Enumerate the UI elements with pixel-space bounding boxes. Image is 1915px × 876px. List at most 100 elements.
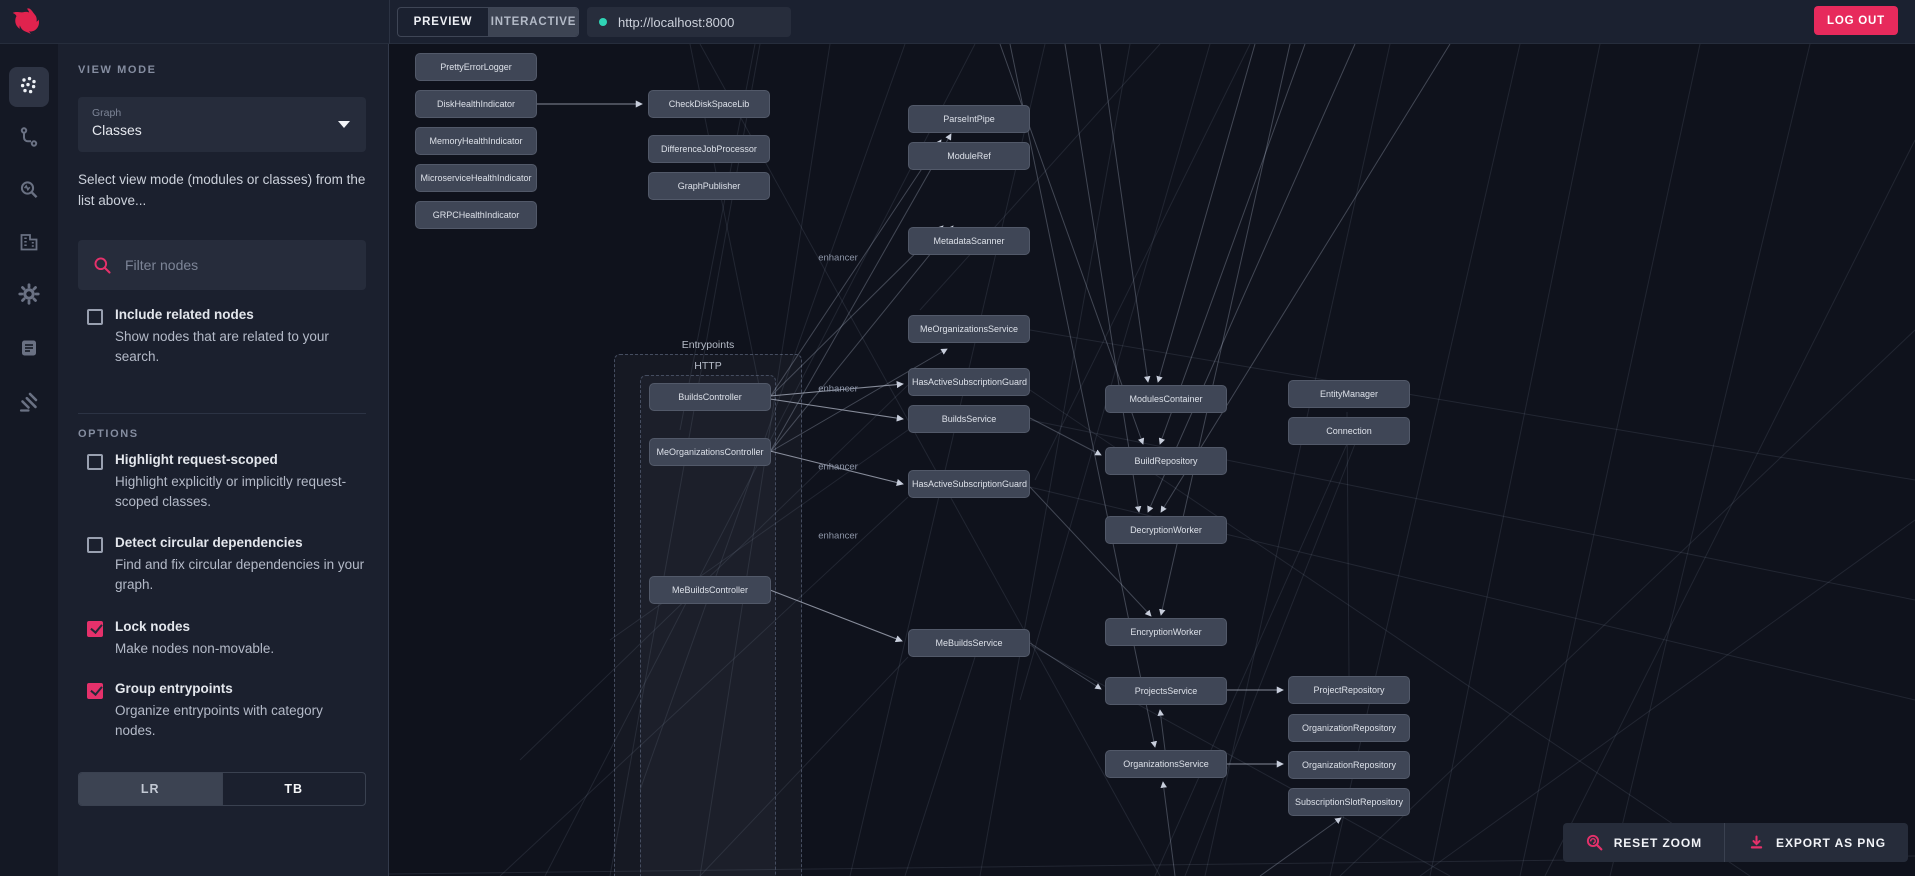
- graph-node[interactable]: ProjectRepository: [1288, 676, 1410, 704]
- logout-button[interactable]: LOG OUT: [1814, 6, 1898, 35]
- nestjs-logo-icon: [12, 8, 40, 34]
- graph-node[interactable]: HasActiveSubscriptionGuard: [908, 470, 1030, 498]
- icon-rail: [0, 44, 58, 876]
- graph-node[interactable]: BuildsController: [649, 383, 771, 411]
- graph-node[interactable]: SubscriptionSlotRepository: [1288, 788, 1410, 816]
- option-highlight-request-scoped: Highlight request-scoped Highlight expli…: [78, 450, 370, 513]
- graph-node[interactable]: OrganizationsService: [1105, 750, 1227, 778]
- graph-node[interactable]: ModuleRef: [908, 142, 1030, 170]
- lock-nodes-checkbox[interactable]: [87, 621, 103, 637]
- tab-preview[interactable]: PREVIEW: [398, 8, 488, 36]
- url-input[interactable]: [618, 14, 778, 30]
- app-root: PREVIEW INTERACTIVE LOG OUT: [0, 0, 1915, 876]
- url-bar[interactable]: [587, 7, 791, 37]
- graph-node[interactable]: ProjectsService: [1105, 677, 1227, 705]
- group-entrypoints-checkbox[interactable]: [87, 683, 103, 699]
- graph-node[interactable]: EncryptionWorker: [1105, 618, 1227, 646]
- detect-circular-checkbox[interactable]: [87, 537, 103, 553]
- nestjs-logo: [10, 6, 42, 38]
- download-icon: [1750, 835, 1763, 849]
- building-icon: [20, 234, 38, 251]
- document-icon: [22, 340, 36, 356]
- status-dot: [599, 18, 607, 26]
- graph-mode-select[interactable]: Graph Classes: [78, 97, 366, 152]
- graph-node[interactable]: MeBuildsService: [908, 629, 1030, 657]
- search-icon: [94, 257, 111, 274]
- option-detect-circular: Detect circular dependencies Find and fi…: [78, 533, 370, 596]
- graph-canvas[interactable]: Entrypoints HTTP PrettyErrorLogger DiskHeal…: [389, 44, 1915, 876]
- option-group-entrypoints: Group entrypoints Organize entrypoints w…: [78, 679, 370, 742]
- graph-node[interactable]: MemoryHealthIndicator: [415, 127, 537, 155]
- graph-node[interactable]: MeBuildsController: [649, 576, 771, 604]
- search-pulse-icon: [20, 181, 38, 199]
- sidebar-item-logs[interactable]: [9, 328, 49, 368]
- graph-node[interactable]: MicroserviceHealthIndicator: [415, 164, 537, 192]
- direction-tb-button[interactable]: TB: [221, 773, 366, 805]
- graph-node[interactable]: OrganizationRepository: [1288, 751, 1410, 779]
- topbar: PREVIEW INTERACTIVE LOG OUT: [0, 0, 1915, 44]
- graph-node[interactable]: DiskHealthIndicator: [415, 90, 537, 118]
- graph-node[interactable]: MetadataScanner: [908, 227, 1030, 255]
- graph-node[interactable]: PrettyErrorLogger: [415, 53, 537, 81]
- options-section-label: OPTIONS: [78, 428, 139, 440]
- include-related-title: Include related nodes: [115, 307, 254, 322]
- view-mode-help-text: Select view mode (modules or classes) fr…: [78, 172, 366, 208]
- direction-lr-button[interactable]: LR: [79, 773, 222, 805]
- option-description: Find and fix circular dependencies in yo…: [115, 556, 365, 593]
- option-title: Detect circular dependencies: [115, 535, 303, 550]
- graph-node[interactable]: GraphPublisher: [648, 172, 770, 200]
- graph-node[interactable]: MeOrganizationsController: [649, 438, 771, 466]
- layout-direction-toggle: LR TB: [78, 772, 366, 806]
- graph-node[interactable]: HasActiveSubscriptionGuard: [908, 368, 1030, 396]
- graph-node[interactable]: BuildsService: [908, 405, 1030, 433]
- graph-nodes-icon: [20, 76, 36, 94]
- graph-node[interactable]: BuildRepository: [1105, 447, 1227, 475]
- gavel-icon: [19, 392, 38, 412]
- include-related-row: Include related nodes Show nodes that ar…: [78, 305, 370, 368]
- graph-node[interactable]: Connection: [1288, 417, 1410, 445]
- reset-zoom-button[interactable]: RESET ZOOM: [1563, 823, 1724, 862]
- graph-node[interactable]: ModulesContainer: [1105, 385, 1227, 413]
- option-title: Highlight request-scoped: [115, 452, 278, 467]
- canvas-controls: RESET ZOOM EXPORT AS PNG: [1562, 823, 1908, 862]
- option-lock-nodes: Lock nodes Make nodes non-movable.: [78, 617, 370, 659]
- sidebar-item-graph-view[interactable]: [9, 67, 49, 107]
- option-title: Lock nodes: [115, 619, 191, 634]
- graph-node[interactable]: DecryptionWorker: [1105, 516, 1227, 544]
- include-related-checkbox[interactable]: [87, 309, 103, 325]
- filter-nodes-input[interactable]: [125, 257, 345, 273]
- select-label: Graph: [92, 107, 122, 119]
- graph-node[interactable]: ParseIntPipe: [908, 105, 1030, 133]
- sidebar-item-inspect[interactable]: [9, 170, 49, 210]
- graph-node[interactable]: OrganizationRepository: [1288, 714, 1410, 742]
- graph-node[interactable]: EntityManager: [1288, 380, 1410, 408]
- option-title: Group entrypoints: [115, 681, 233, 696]
- topbar-divider: [389, 0, 390, 44]
- graph-node[interactable]: DifferenceJobProcessor: [648, 135, 770, 163]
- filter-nodes-field[interactable]: [78, 240, 366, 290]
- select-value: Classes: [92, 122, 142, 138]
- edge-label: enhancer: [818, 530, 858, 542]
- sidebar-item-legal[interactable]: [9, 382, 49, 422]
- sidebar-item-routes[interactable]: [9, 117, 49, 157]
- sidebar-item-organization[interactable]: [9, 222, 49, 262]
- tab-interactive[interactable]: INTERACTIVE: [488, 8, 578, 36]
- highlight-request-scoped-checkbox[interactable]: [87, 454, 103, 470]
- zoom-reset-icon: [1586, 834, 1603, 851]
- export-png-button[interactable]: EXPORT AS PNG: [1724, 823, 1908, 862]
- graph-node[interactable]: GRPCHealthIndicator: [415, 201, 537, 229]
- include-related-description: Show nodes that are related to your sear…: [115, 328, 329, 365]
- graph-node[interactable]: MeOrganizationsService: [908, 315, 1030, 343]
- option-description: Make nodes non-movable.: [115, 640, 275, 656]
- edge-label: enhancer: [818, 461, 858, 473]
- option-description: Highlight explicitly or implicitly reque…: [115, 473, 347, 510]
- view-mode-section-label: VIEW MODE: [78, 64, 157, 76]
- sidebar-item-settings[interactable]: [9, 274, 49, 314]
- gear-icon: [18, 283, 40, 305]
- route-icon: [20, 127, 38, 147]
- chevron-down-icon: [338, 121, 350, 128]
- edge-label: enhancer: [818, 252, 858, 264]
- view-tabs: PREVIEW INTERACTIVE: [397, 7, 579, 37]
- export-png-label: EXPORT AS PNG: [1776, 835, 1886, 850]
- graph-node[interactable]: CheckDiskSpaceLib: [648, 90, 770, 118]
